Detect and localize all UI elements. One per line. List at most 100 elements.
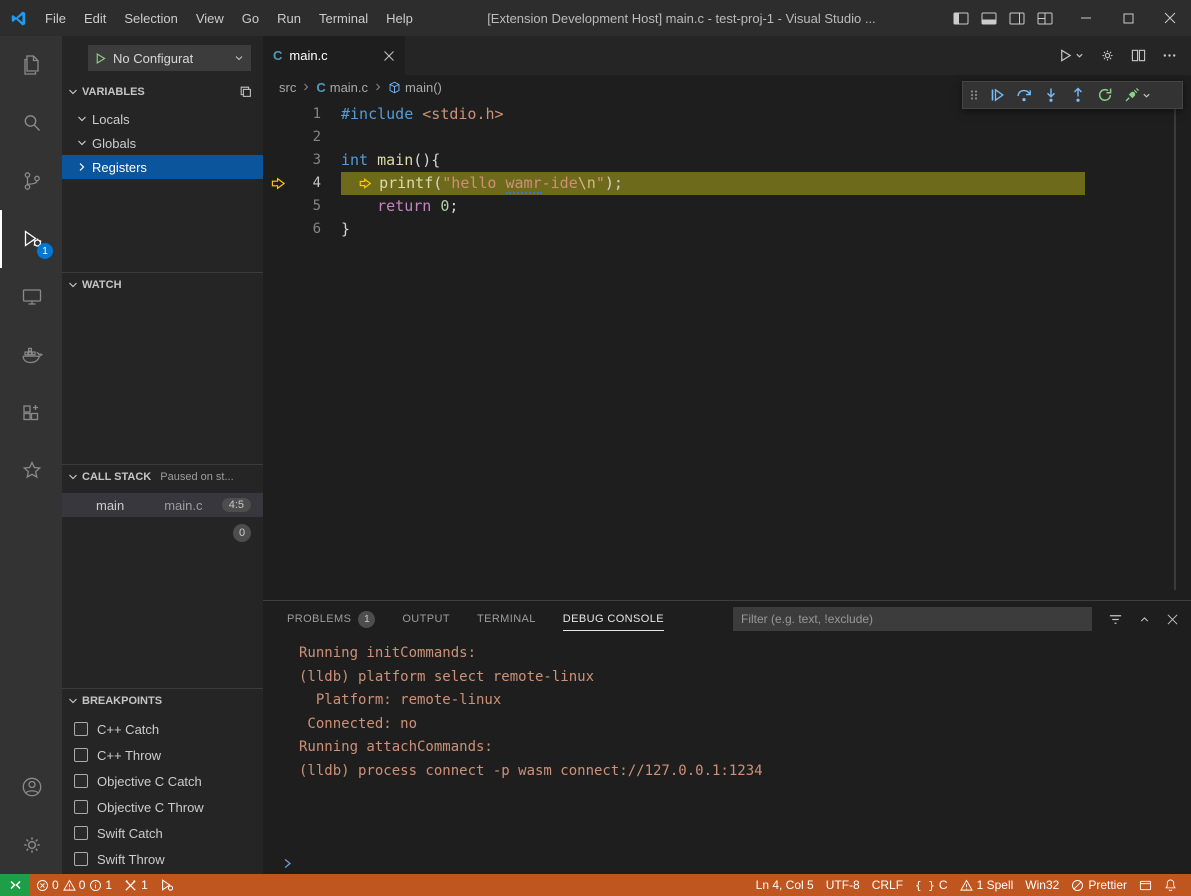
breakpoint-objective-c-throw[interactable]: Objective C Throw (62, 794, 263, 820)
checkbox-icon[interactable] (74, 826, 88, 840)
menu-view[interactable]: View (187, 0, 233, 36)
close-tab-icon[interactable] (383, 50, 395, 62)
activity-item-explorer[interactable] (0, 36, 62, 94)
panel-tab-output[interactable]: OUTPUT (402, 601, 450, 637)
menu-edit[interactable]: Edit (75, 0, 115, 36)
variables-item-globals[interactable]: Globals (62, 131, 263, 155)
encoding[interactable]: UTF-8 (820, 874, 866, 896)
checkbox-icon[interactable] (74, 748, 88, 762)
console-filter-input[interactable] (733, 607, 1092, 631)
console-lines[interactable]: Running initCommands:(lldb) platform sel… (263, 637, 1191, 852)
continue-button[interactable] (983, 82, 1010, 108)
breakpoint-objective-c-catch[interactable]: Objective C Catch (62, 768, 263, 794)
code-editor[interactable]: 1#include <stdio.h>23int main(){4 printf… (263, 99, 1191, 600)
run-file-button[interactable] (1058, 48, 1084, 63)
activity-item-settings[interactable] (0, 816, 62, 874)
variables-header[interactable]: VARIABLES (62, 80, 263, 104)
toggle-secondary-sidebar-icon[interactable] (1009, 12, 1025, 25)
step-over-button[interactable] (1010, 82, 1037, 108)
gear-icon[interactable] (1100, 48, 1115, 63)
code-text[interactable]: int main(){ (321, 149, 440, 172)
code-line-2[interactable]: 2 (263, 126, 1191, 149)
code-line-3[interactable]: 3int main(){ (263, 149, 1191, 172)
menu-run[interactable]: Run (268, 0, 310, 36)
notifications[interactable] (1158, 874, 1183, 896)
minimize-button[interactable] (1065, 0, 1107, 36)
problems-status[interactable]: 0 0 1 (30, 874, 118, 896)
disconnect-button[interactable] (1118, 82, 1145, 108)
more-actions-icon[interactable] (1162, 48, 1177, 63)
watch-header[interactable]: WATCH (62, 273, 263, 297)
breadcrumb-file[interactable]: main.c (330, 80, 368, 95)
breakpoint-swift-catch[interactable]: Swift Catch (62, 820, 263, 846)
activity-item-star[interactable] (0, 442, 62, 500)
activity-item-docker[interactable] (0, 326, 62, 384)
toggle-sidebar-icon[interactable] (953, 12, 969, 25)
drag-handle-icon[interactable] (966, 87, 982, 103)
breakpoint-swift-throw[interactable]: Swift Throw (62, 846, 263, 872)
customize-layout-icon[interactable] (1037, 12, 1053, 25)
cursor-position[interactable]: Ln 4, Col 5 (750, 874, 820, 896)
debug-status[interactable] (154, 874, 180, 896)
extension-status[interactable] (1133, 874, 1158, 896)
menu-selection[interactable]: Selection (115, 0, 186, 36)
checkbox-icon[interactable] (74, 722, 88, 736)
tools-status[interactable]: 1 (118, 874, 154, 896)
maximize-button[interactable] (1107, 0, 1149, 36)
menu-help[interactable]: Help (377, 0, 422, 36)
activity-item-source-control[interactable] (0, 152, 62, 210)
menu-terminal[interactable]: Terminal (310, 0, 377, 36)
formatter-status[interactable]: Prettier (1065, 874, 1133, 896)
code-text[interactable]: } (321, 218, 350, 241)
checkbox-icon[interactable] (74, 774, 88, 788)
stack-frame-row[interactable]: main main.c 4:5 (62, 493, 263, 517)
copy-icon[interactable] (239, 85, 253, 99)
chevron-down-icon[interactable] (1142, 91, 1151, 100)
variables-item-locals[interactable]: Locals (62, 107, 263, 131)
breakpoint-c-throw[interactable]: C++ Throw (62, 742, 263, 768)
close-panel-icon[interactable] (1166, 613, 1179, 626)
split-editor-icon[interactable] (1131, 48, 1146, 63)
code-text[interactable]: printf("hello wamr-ide\n"); (321, 172, 623, 195)
activity-item-account[interactable] (0, 758, 62, 816)
start-debug-icon[interactable] (94, 52, 107, 65)
code-text[interactable]: return 0; (321, 195, 458, 218)
menu-file[interactable]: File (36, 0, 75, 36)
console-input-row[interactable] (263, 852, 1191, 874)
gutter-glyph[interactable] (263, 218, 293, 241)
gutter-glyph[interactable] (263, 103, 293, 126)
gutter-glyph[interactable] (263, 149, 293, 172)
breadcrumb-symbol[interactable]: main() (405, 80, 442, 95)
checkbox-icon[interactable] (74, 852, 88, 866)
chevron-up-icon[interactable] (1138, 613, 1151, 626)
language-mode[interactable]: { } C (909, 874, 954, 896)
gutter-glyph[interactable] (263, 195, 293, 218)
step-out-button[interactable] (1064, 82, 1091, 108)
eol-indicator[interactable]: CRLF (866, 874, 909, 896)
platform-status[interactable]: Win32 (1019, 874, 1065, 896)
breakpoint-c-catch[interactable]: C++ Catch (62, 716, 263, 742)
code-text[interactable] (321, 126, 341, 149)
code-line-4[interactable]: 4 printf("hello wamr-ide\n"); (263, 172, 1191, 195)
code-text[interactable]: #include <stdio.h> (321, 103, 504, 126)
panel-tab-terminal[interactable]: TERMINAL (477, 601, 536, 637)
step-into-button[interactable] (1037, 82, 1064, 108)
activity-item-run-and-debug[interactable]: 1 (0, 210, 62, 268)
debug-config-select[interactable]: No Configurat (88, 45, 251, 71)
activity-item-remote-explorer[interactable] (0, 268, 62, 326)
breadcrumb-folder[interactable]: src (279, 80, 296, 95)
activity-item-search[interactable] (0, 94, 62, 152)
code-line-6[interactable]: 6} (263, 218, 1191, 241)
panel-tab-debug-console[interactable]: DEBUG CONSOLE (563, 601, 664, 637)
scrollbar[interactable] (1174, 99, 1176, 590)
call-stack-header[interactable]: CALL STACK Paused on st... (62, 465, 263, 489)
restart-button[interactable] (1091, 82, 1118, 108)
checkbox-icon[interactable] (74, 800, 88, 814)
variables-item-registers[interactable]: Registers (62, 155, 263, 179)
spell-checker-status[interactable]: 1 Spell (954, 874, 1020, 896)
gutter-glyph[interactable] (263, 126, 293, 149)
code-line-5[interactable]: 5 return 0; (263, 195, 1191, 218)
panel-tab-problems[interactable]: PROBLEMS1 (287, 601, 375, 637)
remote-indicator[interactable] (0, 874, 30, 896)
breakpoints-header[interactable]: BREAKPOINTS (62, 689, 263, 713)
